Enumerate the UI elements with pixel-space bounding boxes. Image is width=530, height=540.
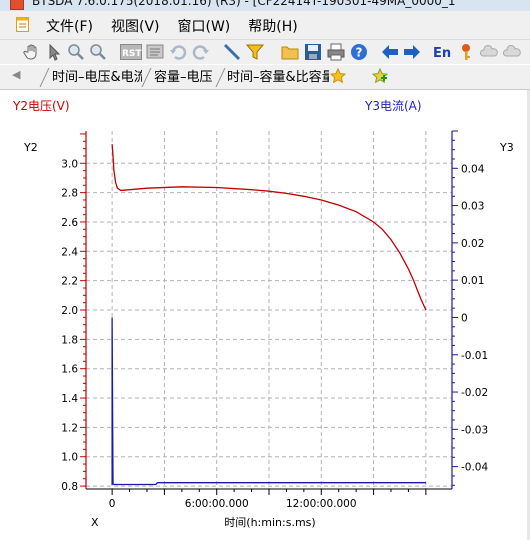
y3-tick-label: -0.03 xyxy=(461,424,488,436)
y2-tick-label: 2.2 xyxy=(61,276,78,288)
y3-tick-label: -0.02 xyxy=(461,387,488,399)
x-axis-label: X xyxy=(91,516,99,529)
y3-tick-label: 0.03 xyxy=(461,201,484,213)
grid-lines xyxy=(86,131,452,489)
y2-tick-label: 3.0 xyxy=(61,158,78,170)
y3-tick-label: -0.01 xyxy=(461,350,488,362)
x-axis-title: 时间(h:min:s.ms) xyxy=(224,516,315,529)
y2-axis-label: Y2 xyxy=(23,141,38,154)
tick-labels: 0.8 1.0 1.2 1.4 1.6 1.8 2.0 2.2 2.4 2.6 2.8 3.0 -0.0… xyxy=(61,158,488,510)
y2-tick-label: 1.2 xyxy=(61,422,78,434)
y3-tick-label: 0.02 xyxy=(461,238,484,250)
x-tick-label: 0 xyxy=(109,498,116,510)
y3-tick-label: 0.01 xyxy=(461,275,484,287)
y2-tick-label: 2.8 xyxy=(61,188,78,200)
y2-tick-label: 2.6 xyxy=(61,217,78,229)
y3-tick-label: 0 xyxy=(461,312,468,324)
x-tick-label: 12:00:00.000 xyxy=(286,498,357,510)
y2-tick-label: 1.4 xyxy=(61,393,78,405)
x-tick-label: 6:00:00.000 xyxy=(185,498,249,510)
y2-tick-label: 2.0 xyxy=(61,305,78,317)
y3-tick-label: -0.04 xyxy=(461,462,488,474)
chart-plot[interactable]: Y2 Y3 X 时间(h:min:s.ms) 0.8 1.0 1.2 1.4 1.6 1.… xyxy=(0,0,530,540)
y2-tick-label: 1.6 xyxy=(61,364,78,376)
y2-tick-label: 2.4 xyxy=(61,246,78,258)
y3-axis-label: Y3 xyxy=(499,141,514,154)
y2-tick-label: 0.8 xyxy=(61,481,78,493)
y2-tick-label: 1.8 xyxy=(61,334,78,346)
y3-tick-label: 0.04 xyxy=(461,163,485,175)
y2-tick-label: 1.0 xyxy=(61,452,78,464)
